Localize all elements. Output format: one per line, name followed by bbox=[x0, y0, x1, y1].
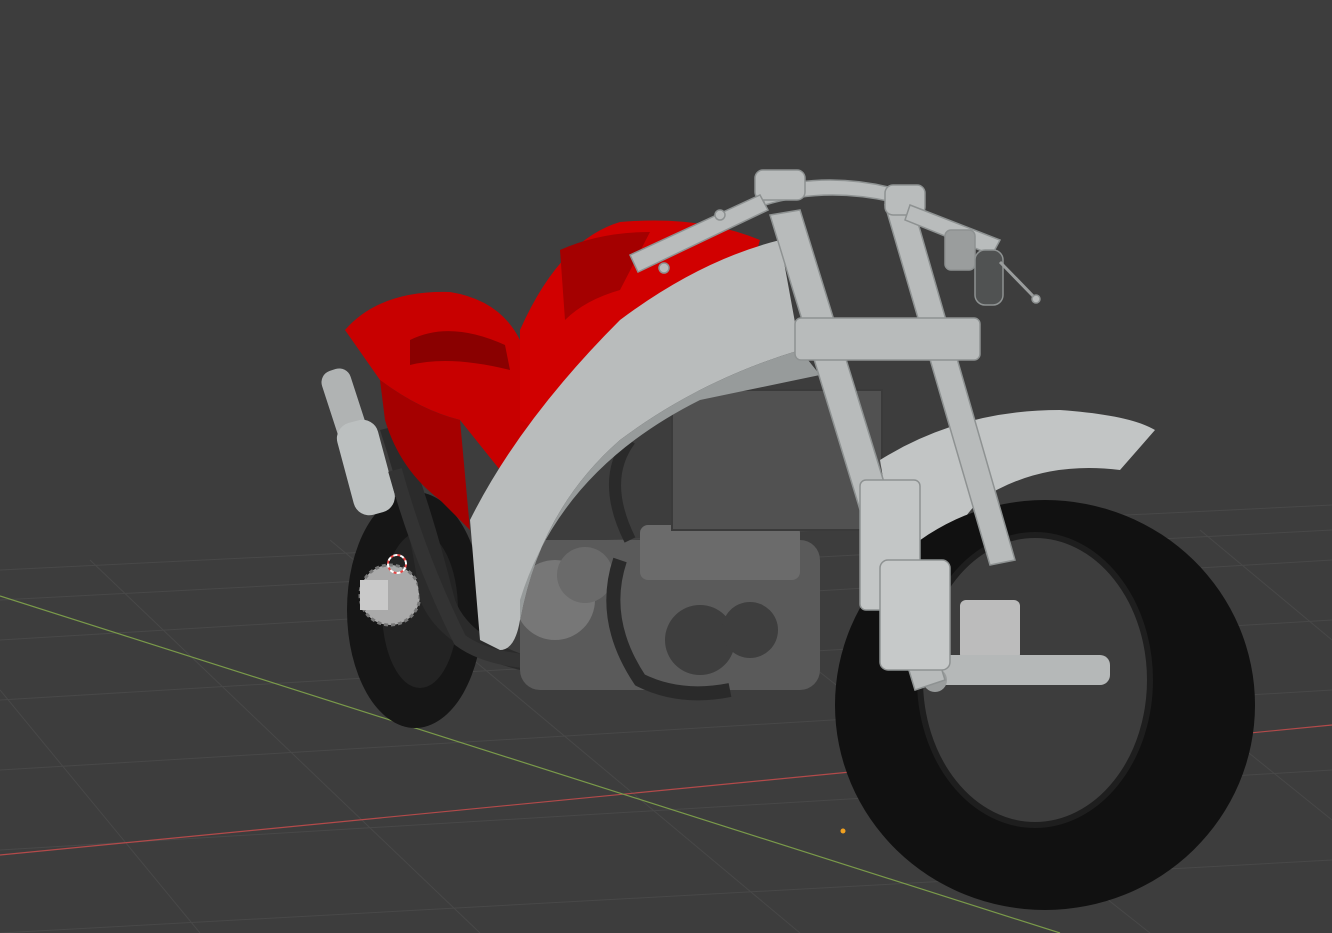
front-axle bbox=[930, 655, 1110, 685]
rear-caliper bbox=[360, 580, 388, 610]
front-brake-caliper bbox=[960, 600, 1020, 660]
origin-dot-icon[interactable] bbox=[840, 828, 846, 834]
viewport-canvas[interactable] bbox=[0, 0, 1332, 933]
3d-viewport[interactable] bbox=[0, 0, 1332, 933]
motorcycle-model[interactable] bbox=[318, 169, 1255, 910]
